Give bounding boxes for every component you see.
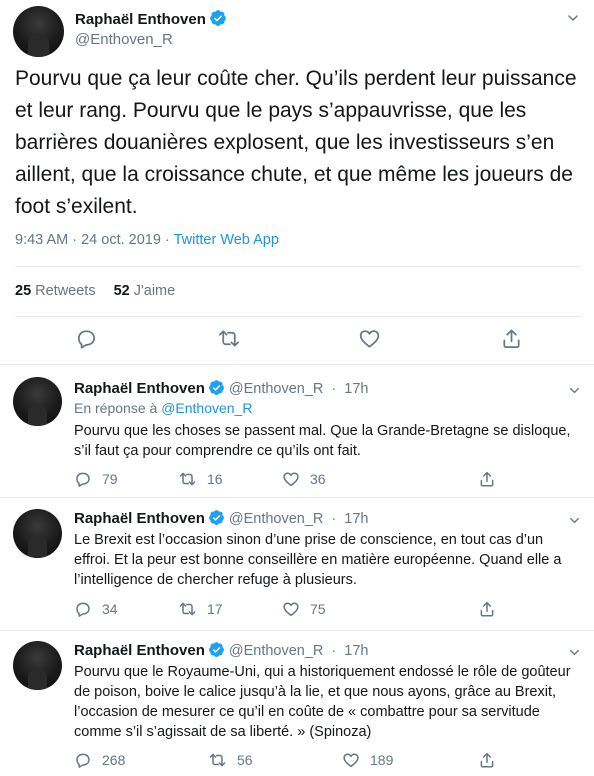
- source-app-link[interactable]: Twitter Web App: [174, 232, 279, 248]
- author-name[interactable]: Raphaël Enthoven: [74, 380, 205, 397]
- tweet-actions: 79 16 36: [74, 470, 584, 490]
- share-icon[interactable]: [478, 470, 496, 488]
- reply-count: 268: [102, 752, 126, 768]
- tweet-stats: 25 Retweets 52 J'aime: [15, 283, 175, 299]
- time-separator: ·: [331, 643, 337, 659]
- divider: [0, 497, 594, 498]
- in-reply-prefix: En réponse à: [74, 400, 158, 416]
- retweet-action[interactable]: 17: [178, 600, 223, 618]
- retweets-label: Retweets: [35, 283, 96, 299]
- reply-header: Raphaël Enthoven @Enthoven_R · 17h: [74, 509, 369, 530]
- retweet-action[interactable]: 16: [178, 470, 223, 488]
- retweets-stat[interactable]: 25 Retweets: [15, 283, 96, 299]
- time-separator: ·: [331, 381, 337, 397]
- author-handle[interactable]: @Enthoven_R: [229, 381, 324, 397]
- retweet-count: 16: [207, 471, 223, 487]
- tweet-actions: 34 17 75: [74, 600, 584, 620]
- avatar[interactable]: [13, 509, 62, 558]
- chevron-down-icon[interactable]: [566, 11, 580, 30]
- tweet-time[interactable]: 9:43 AM: [15, 232, 68, 248]
- divider: [15, 316, 581, 317]
- like-action[interactable]: 75: [282, 600, 326, 618]
- reply-header: Raphaël Enthoven @Enthoven_R · 17h: [74, 641, 369, 662]
- author-handle[interactable]: @Enthoven_R: [75, 31, 173, 48]
- like-count: 75: [310, 601, 326, 617]
- divider: [0, 630, 594, 631]
- reply-action[interactable]: 79: [74, 470, 118, 488]
- tweet-text: Pourvu que le Royaume-Uni, qui a histori…: [74, 664, 571, 740]
- author-name[interactable]: Raphaël Enthoven: [74, 510, 205, 527]
- retweet-icon: [209, 753, 226, 767]
- heart-icon: [283, 472, 299, 487]
- meta-separator: ·: [72, 232, 78, 248]
- heart-icon[interactable]: [358, 327, 381, 355]
- reply-tweet[interactable]: Raphaël Enthoven @Enthoven_R · 17h En rép…: [0, 376, 594, 496]
- tweet-text: Pourvu que ça leur coûte cher. Qu’ils pe…: [15, 67, 577, 218]
- heart-icon: [283, 602, 299, 617]
- share-icon[interactable]: [478, 600, 496, 618]
- likes-label: J'aime: [133, 283, 176, 299]
- reply-icon: [76, 753, 90, 768]
- retweet-action[interactable]: 56: [208, 751, 253, 769]
- author-handle[interactable]: @Enthoven_R: [229, 511, 324, 527]
- tweet-actions: [0, 327, 594, 353]
- verified-badge-icon: [208, 379, 225, 400]
- likes-count: 52: [113, 283, 130, 299]
- retweet-icon: [179, 602, 196, 616]
- reply-action[interactable]: 34: [74, 600, 118, 618]
- reply-count: 34: [102, 601, 118, 617]
- tweet-time[interactable]: 17h: [344, 643, 368, 659]
- reply-icon: [76, 602, 90, 617]
- reply-tweet[interactable]: Raphaël Enthoven @Enthoven_R · 17h Pourvu…: [0, 638, 594, 776]
- author-handle[interactable]: @Enthoven_R: [229, 643, 324, 659]
- time-separator: ·: [331, 511, 337, 527]
- likes-stat[interactable]: 52 J'aime: [114, 283, 176, 299]
- like-action[interactable]: 36: [282, 470, 326, 488]
- author-name[interactable]: Raphaël Enthoven: [75, 11, 206, 28]
- tweet-time[interactable]: 17h: [344, 511, 368, 527]
- retweets-count: 25: [15, 283, 32, 299]
- tweet-text: Le Brexit est l’occasion sinon d’une pri…: [74, 532, 562, 588]
- retweet-count: 56: [237, 752, 253, 768]
- reply-icon[interactable]: [75, 327, 98, 355]
- heart-icon: [343, 753, 359, 768]
- verified-badge-icon: [208, 641, 225, 662]
- like-count: 189: [370, 752, 394, 768]
- main-tweet: Raphaël Enthoven @Enthoven_R Pourvu que …: [0, 0, 594, 364]
- avatar[interactable]: [13, 377, 62, 426]
- chevron-down-icon[interactable]: [568, 384, 581, 402]
- in-reply-handle-link[interactable]: @Enthoven_R: [161, 400, 252, 416]
- retweet-icon[interactable]: [217, 327, 241, 355]
- tweet-meta: 9:43 AM · 24 oct. 2019 · Twitter Web App: [15, 232, 279, 248]
- author-name[interactable]: Raphaël Enthoven: [74, 642, 205, 659]
- verified-badge-icon: [208, 509, 225, 530]
- tweet-date[interactable]: 24 oct. 2019: [81, 232, 161, 248]
- share-icon[interactable]: [500, 327, 523, 355]
- meta-separator: ·: [164, 232, 170, 248]
- avatar[interactable]: [13, 641, 62, 690]
- divider: [15, 266, 581, 267]
- avatar[interactable]: [13, 6, 64, 57]
- verified-badge-icon: [209, 9, 227, 32]
- tweet-actions: 268 56 189: [74, 751, 584, 771]
- reply-icon: [76, 472, 90, 487]
- reply-tweet[interactable]: Raphaël Enthoven @Enthoven_R · 17h Le Bre…: [0, 506, 594, 628]
- in-reply-to: En réponse à @Enthoven_R: [74, 400, 252, 416]
- divider: [0, 364, 594, 365]
- like-count: 36: [310, 471, 326, 487]
- retweet-count: 17: [207, 601, 223, 617]
- reply-header: Raphaël Enthoven @Enthoven_R · 17h: [74, 379, 369, 400]
- tweet-text: Pourvu que les choses se passent mal. Qu…: [74, 423, 571, 459]
- tweet-time[interactable]: 17h: [344, 381, 368, 397]
- retweet-icon: [179, 472, 196, 486]
- author-name-row[interactable]: Raphaël Enthoven: [75, 9, 227, 32]
- reply-count: 79: [102, 471, 118, 487]
- reply-action[interactable]: 268: [74, 751, 125, 769]
- like-action[interactable]: 189: [342, 751, 393, 769]
- share-icon[interactable]: [478, 751, 496, 769]
